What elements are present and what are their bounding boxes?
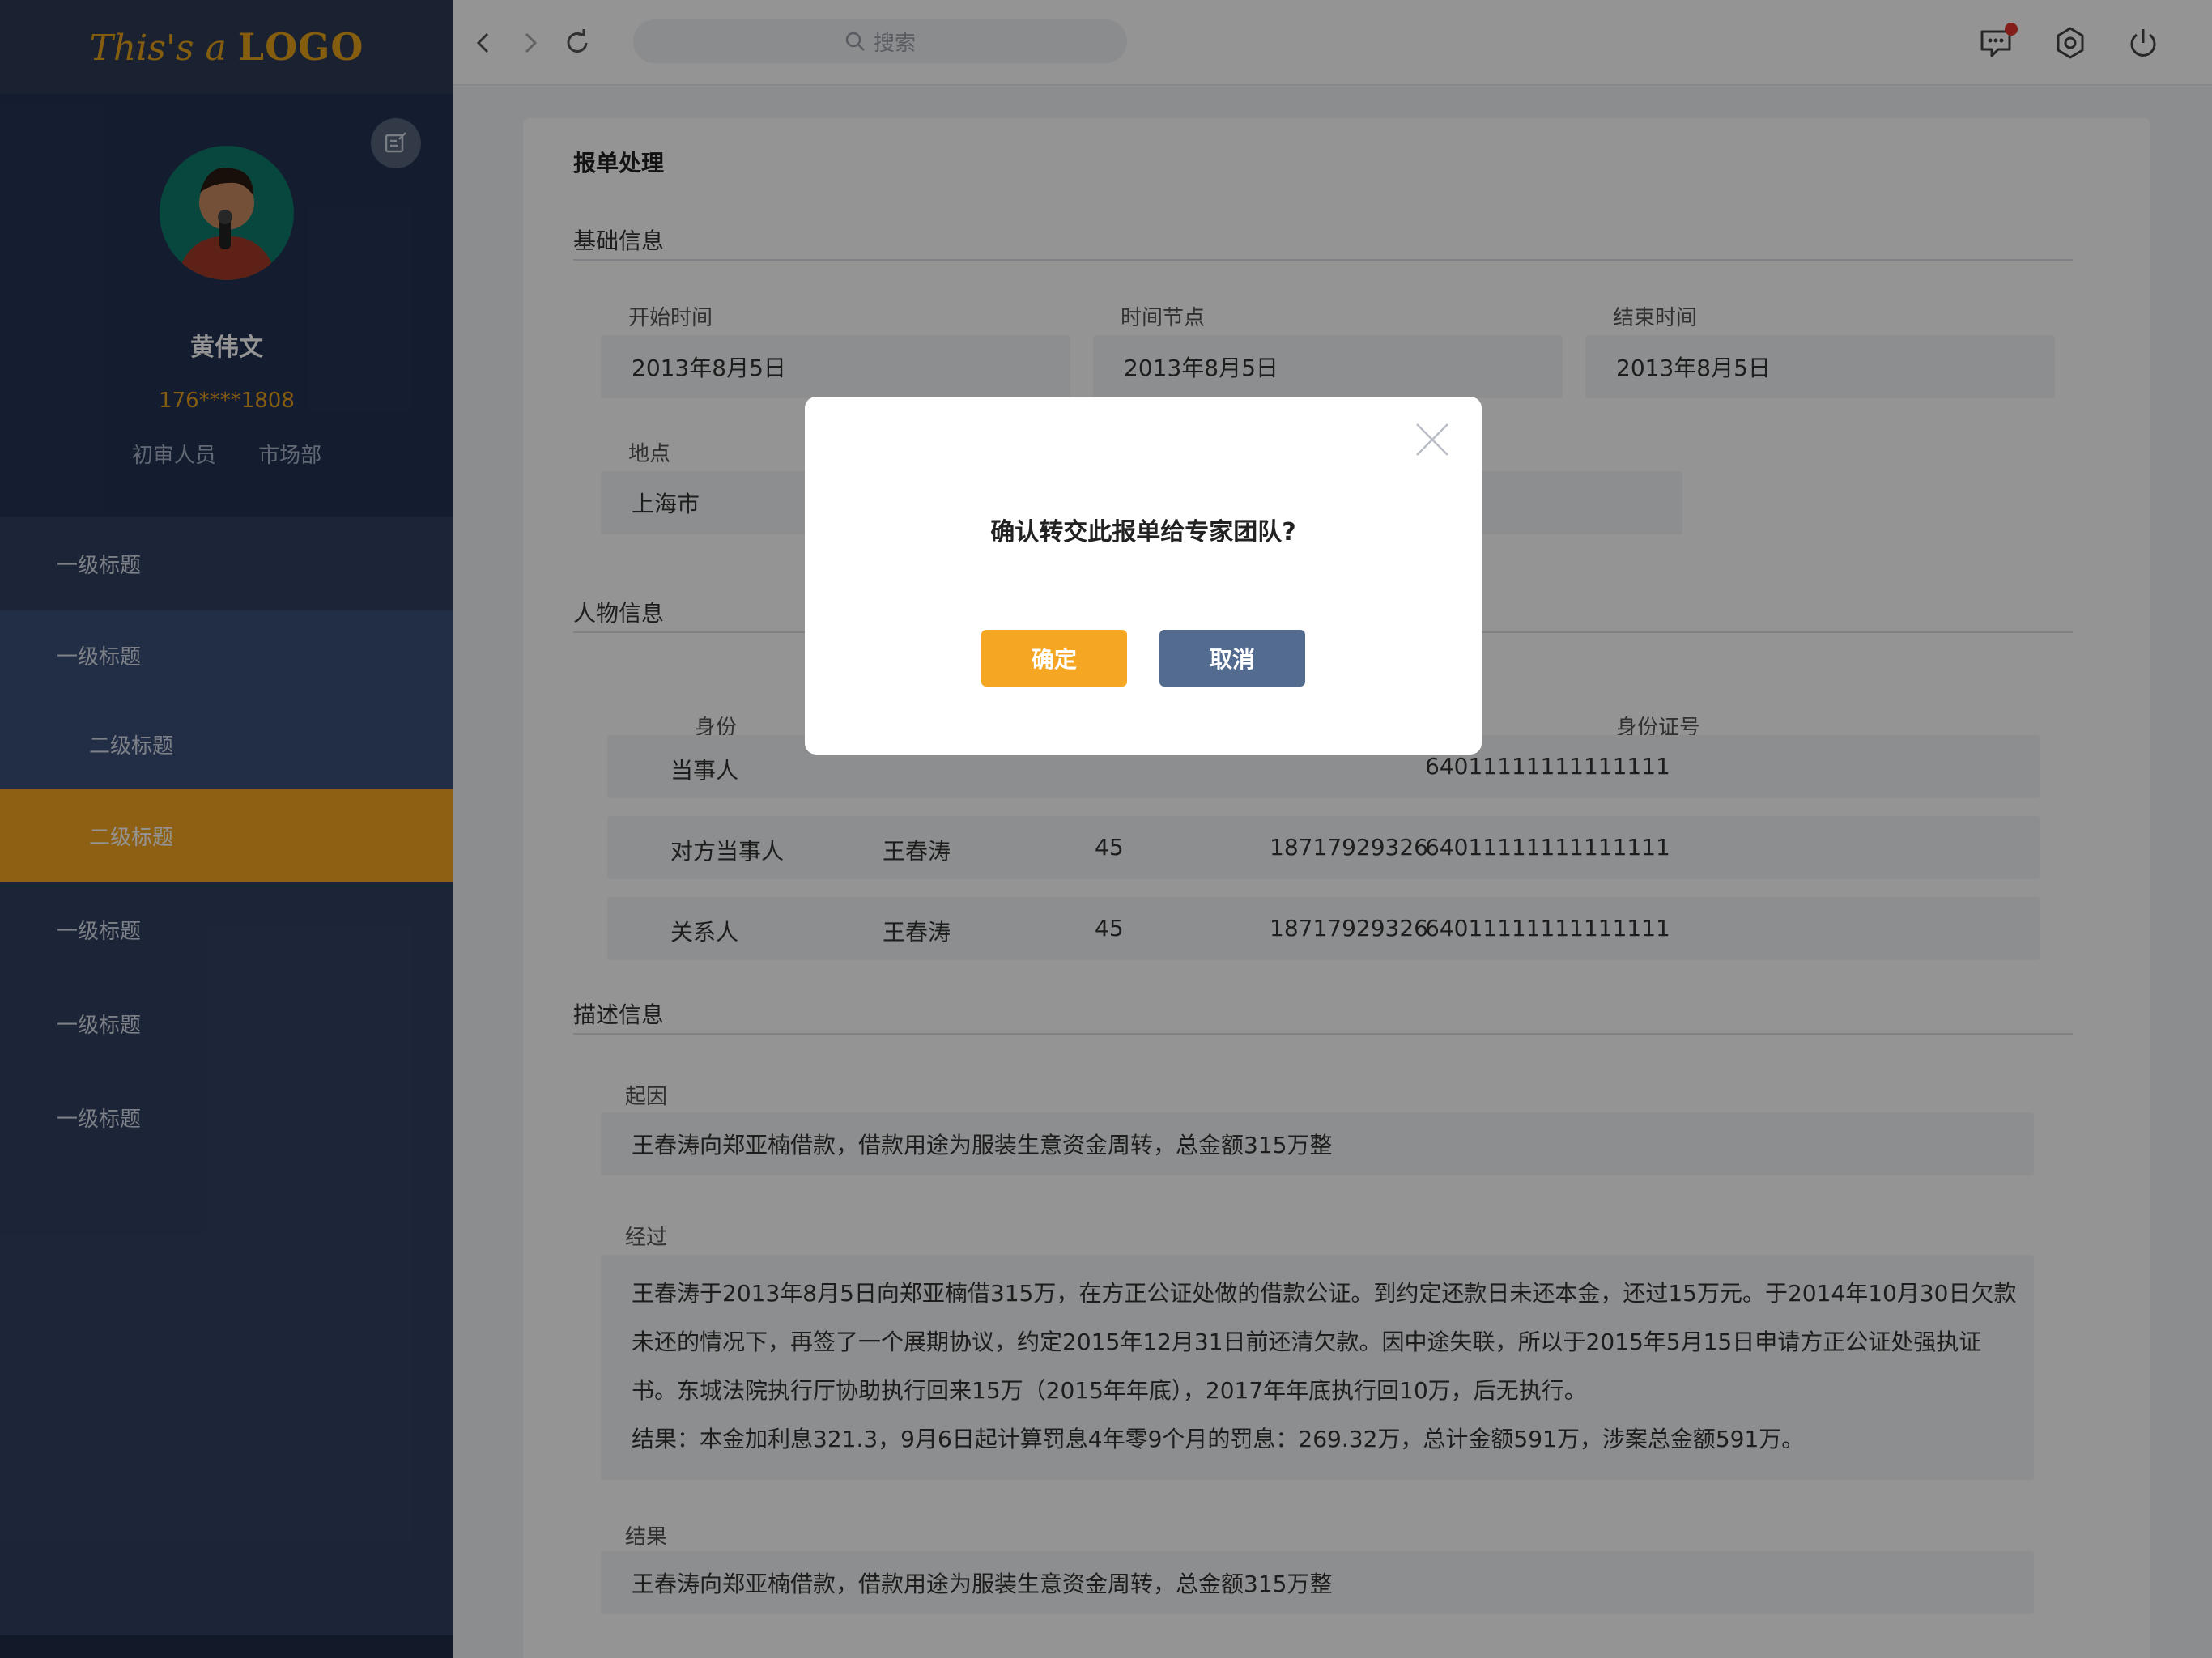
modal-overlay[interactable] (0, 0, 2212, 1658)
confirm-dialog: 确认转交此报单给专家团队? 确定 取消 (805, 397, 1482, 755)
dialog-close-button[interactable] (1414, 421, 1451, 458)
cancel-button[interactable]: 取消 (1159, 630, 1305, 687)
confirm-button[interactable]: 确定 (981, 630, 1127, 687)
dialog-message: 确认转交此报单给专家团队? (990, 518, 1296, 546)
close-icon (1416, 423, 1448, 456)
